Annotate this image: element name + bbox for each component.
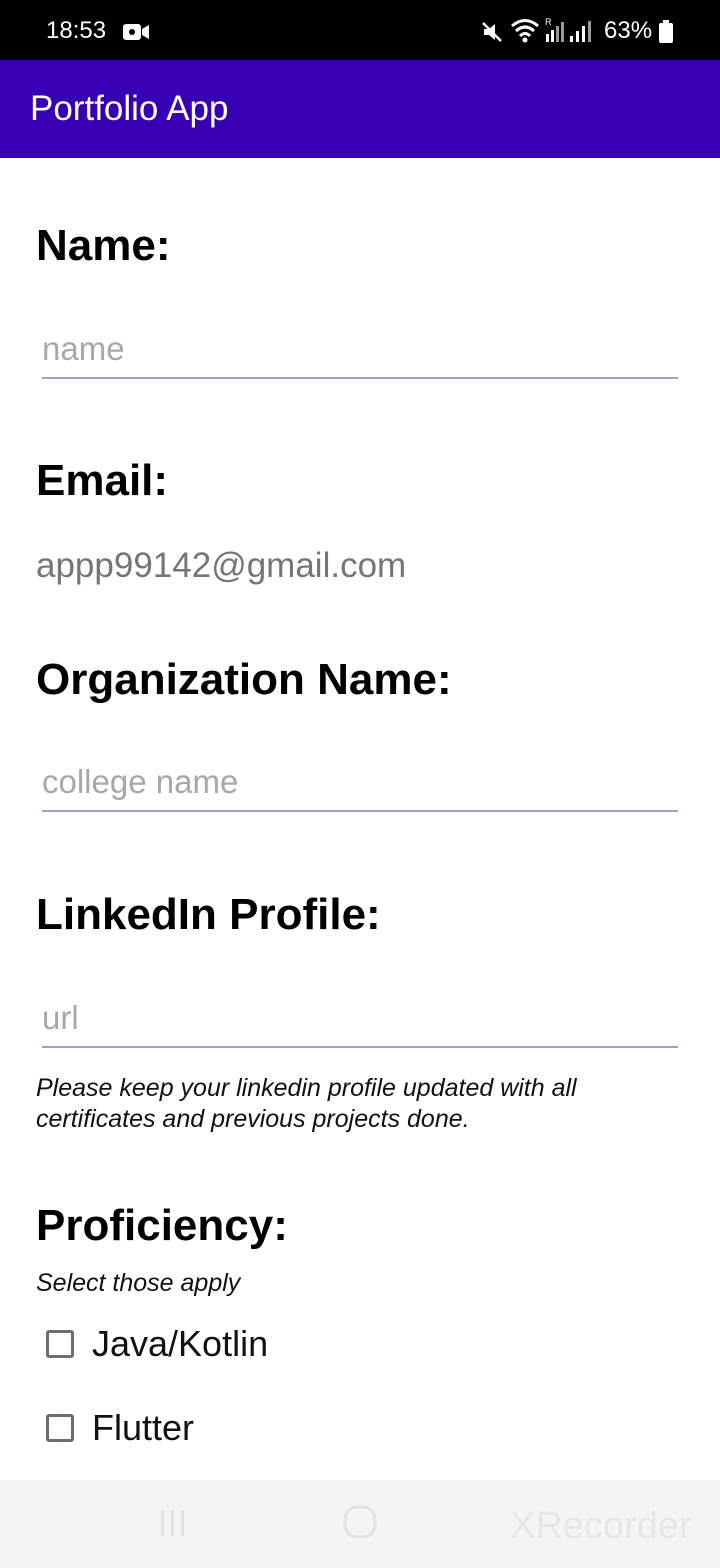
recent-apps-icon[interactable] bbox=[156, 1506, 190, 1540]
svg-text:R: R bbox=[545, 17, 552, 27]
signal-icon: R bbox=[545, 17, 564, 42]
navigation-bar: XRecorder bbox=[0, 1480, 720, 1568]
email-label: Email: bbox=[36, 456, 169, 505]
organization-label: Organization Name: bbox=[36, 655, 452, 704]
checkbox-label: Flutter bbox=[92, 1407, 195, 1448]
app-bar: Portfolio App bbox=[0, 60, 720, 158]
wifi-icon bbox=[511, 19, 539, 43]
recorder-watermark: XRecorder bbox=[510, 1505, 692, 1547]
checkbox-flutter[interactable]: Flutter bbox=[46, 1403, 194, 1453]
app-title: Portfolio App bbox=[30, 89, 229, 128]
linkedin-label: LinkedIn Profile: bbox=[36, 890, 381, 939]
home-icon[interactable] bbox=[340, 1502, 380, 1542]
battery-icon bbox=[659, 20, 673, 43]
status-bar: 18:53 R 63% bbox=[0, 0, 720, 60]
checkbox-java-kotlin[interactable]: Java/Kotlin bbox=[46, 1319, 268, 1369]
checkbox-icon[interactable] bbox=[46, 1414, 74, 1442]
linkedin-hint: Please keep your linkedin profile update… bbox=[36, 1074, 577, 1133]
linkedin-url-field[interactable] bbox=[42, 990, 678, 1048]
battery-percent: 63% bbox=[604, 17, 653, 44]
name-label: Name: bbox=[36, 221, 171, 270]
video-record-icon bbox=[123, 24, 149, 40]
checkbox-label: Java/Kotlin bbox=[92, 1323, 269, 1364]
name-field[interactable] bbox=[42, 321, 678, 379]
checkbox-icon[interactable] bbox=[46, 1330, 74, 1358]
organization-field[interactable] bbox=[42, 754, 678, 812]
proficiency-hint: Select those apply bbox=[36, 1269, 241, 1297]
status-time: 18:53 bbox=[46, 17, 107, 44]
mute-icon bbox=[482, 22, 502, 42]
email-value: appp99142@gmail.com bbox=[36, 546, 407, 585]
signal-icon-2 bbox=[570, 21, 591, 42]
proficiency-label: Proficiency: bbox=[36, 1201, 288, 1250]
form-content: Name: Email: appp99142@gmail.com Organiz… bbox=[0, 158, 720, 1480]
